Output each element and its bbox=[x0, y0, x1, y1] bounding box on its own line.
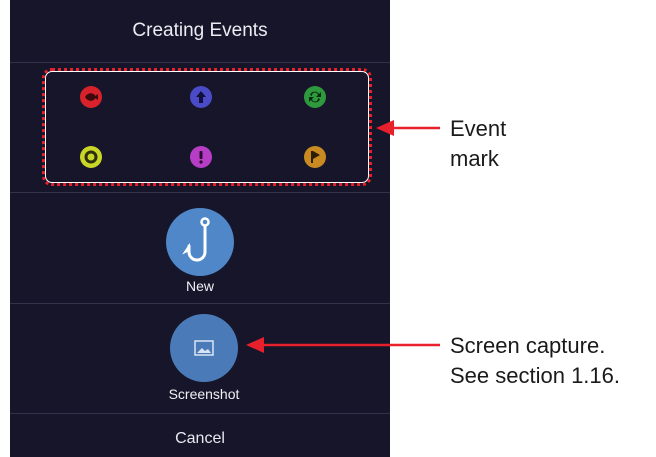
callout-line: Screen capture. bbox=[450, 333, 606, 358]
screenshot-callout: Screen capture. See section 1.16. bbox=[450, 331, 620, 391]
screenshot-arrowhead bbox=[246, 337, 264, 353]
event-mark-arrowhead bbox=[376, 120, 394, 136]
callout-line: Event bbox=[450, 116, 507, 141]
callout-line: See section 1.16. bbox=[450, 363, 621, 388]
callout-line: mark bbox=[450, 146, 499, 171]
event-mark-callout: Event mark bbox=[450, 114, 506, 174]
